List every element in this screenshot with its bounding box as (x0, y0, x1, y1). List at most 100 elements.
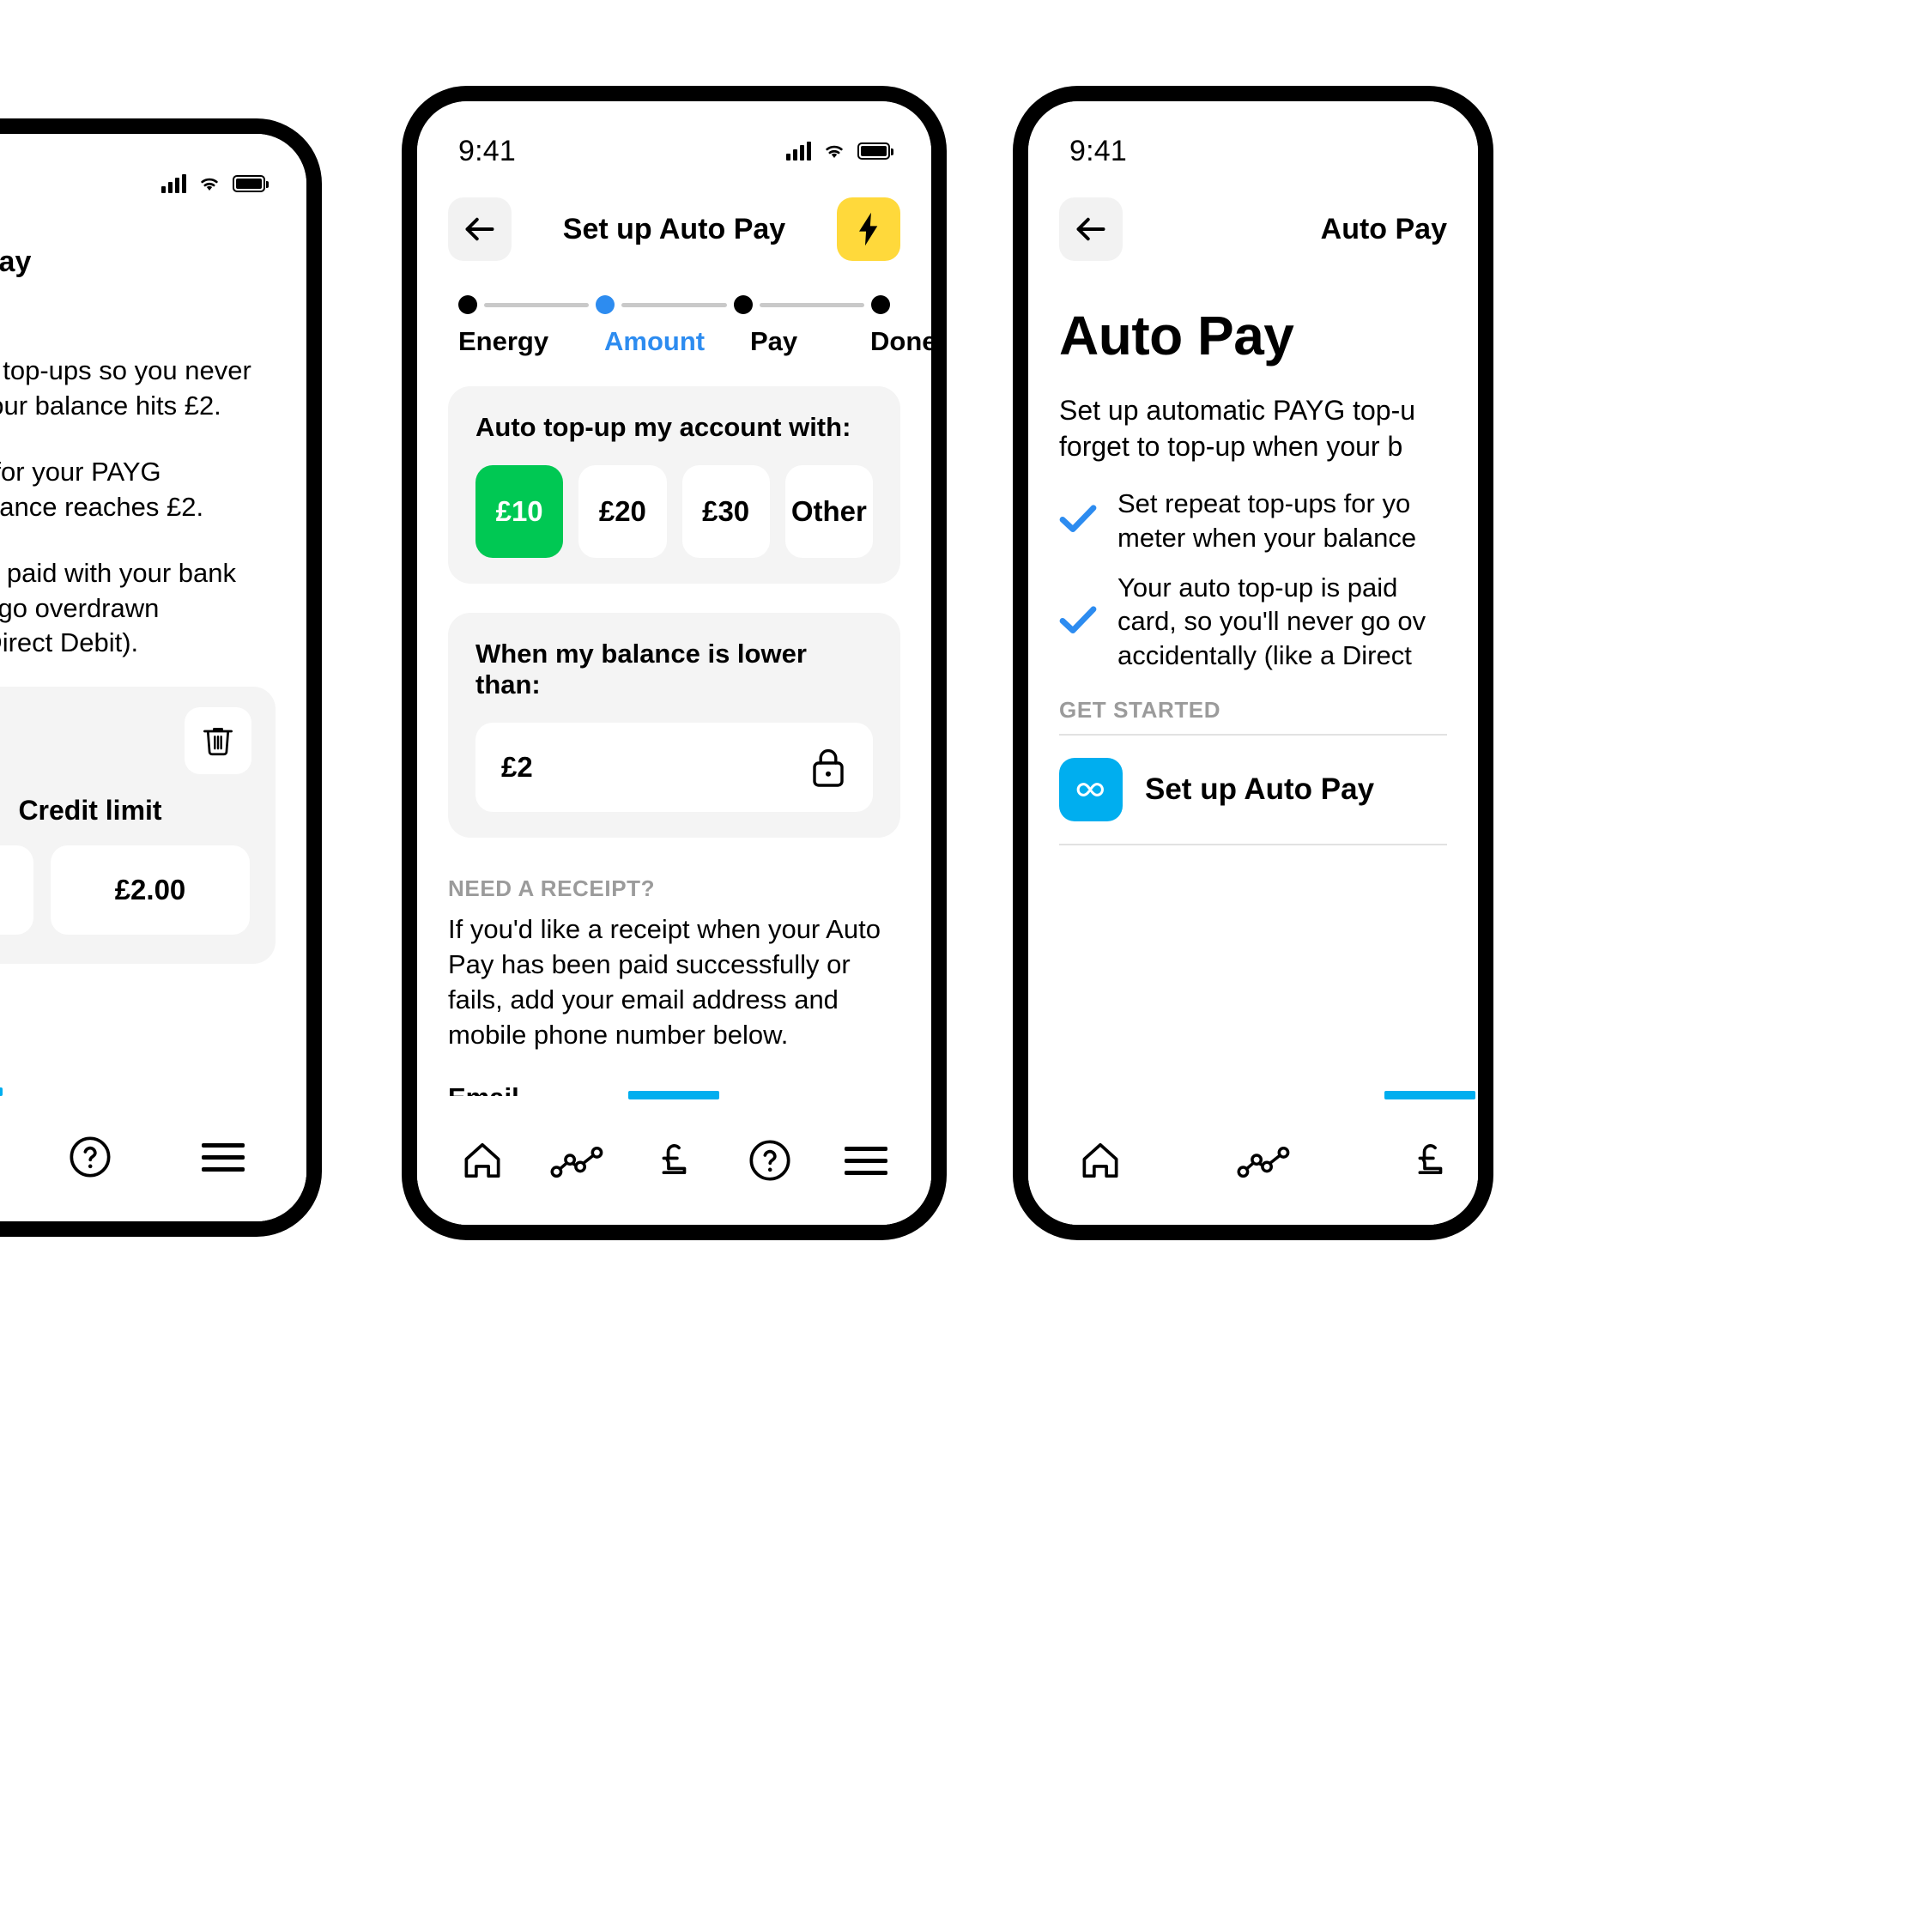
benefit-2-line-3: accidentally (like a Direct (1117, 639, 1412, 670)
boost-button[interactable] (837, 197, 900, 261)
step-label-done: Done (870, 326, 931, 356)
active-tab-indicator (1384, 1091, 1475, 1099)
status-bar-center: 9:41 (417, 101, 931, 179)
lightning-bolt-icon (859, 212, 878, 246)
status-time-center: 9:41 (458, 134, 516, 167)
signal-icon (161, 174, 186, 193)
balance-threshold-field[interactable]: £2 (475, 723, 873, 812)
pound-icon (663, 1144, 687, 1175)
back-button[interactable] (1059, 197, 1123, 261)
help-icon (749, 1140, 790, 1181)
nav-bar-center: Set up Auto Pay (417, 179, 931, 271)
step-label-amount: Amount (604, 326, 706, 356)
tab-bar-right (1028, 1091, 1478, 1225)
status-time-right: 9:41 (1069, 134, 1127, 167)
step-dot-done[interactable] (870, 295, 890, 314)
help-icon (70, 1136, 111, 1178)
receipt-eyebrow: NEED A RECEIPT? (448, 875, 656, 901)
phone-left: Auto Pay c PAYG top-ups so you never whe… (0, 118, 322, 1237)
step-label-energy: Energy (458, 326, 549, 356)
page-title-right: Auto Pay (1320, 212, 1447, 245)
status-icons-left (161, 174, 269, 193)
wifi-icon (201, 178, 218, 191)
amount-option-30[interactable]: £30 (681, 465, 770, 558)
intro-line-1: Set up automatic PAYG top-u (1059, 395, 1416, 426)
tab-pound[interactable] (1384, 1091, 1475, 1208)
setup-stepper: Energy Amount Pay Done (417, 271, 931, 357)
stepper-labels: Energy Amount Pay Done (458, 326, 931, 357)
tab-bar-left (0, 1087, 306, 1221)
amount-option-10[interactable]: £10 (475, 465, 564, 558)
tab-help[interactable] (47, 1110, 133, 1204)
amount-option-20[interactable]: £20 (578, 465, 667, 558)
status-icons-center (786, 142, 893, 160)
benefit-2-line-2: card, so you'll never go ov (1117, 606, 1426, 637)
tab-menu[interactable] (823, 1113, 909, 1208)
home-icon (1082, 1142, 1118, 1178)
page-heading: Auto Pay (1059, 305, 1294, 366)
left-para-3: op-up is paid with your bank (0, 557, 237, 588)
stepper-track (458, 295, 890, 314)
tab-menu[interactable] (180, 1110, 266, 1204)
balance-threshold-value: £2 (501, 751, 533, 783)
step-dot-amount[interactable] (596, 295, 615, 314)
balance-threshold-title: When my balance is lower than: (475, 639, 807, 700)
get-started-eyebrow: GET STARTED (1059, 696, 1221, 723)
setup-auto-pay-label: Set up Auto Pay (1145, 772, 1375, 806)
amount-option-other[interactable]: Other (784, 465, 873, 558)
credit-limit-card: Credit limit £2.00 (0, 687, 276, 965)
left-para-1: c PAYG top-ups so you never (0, 355, 251, 385)
credit-limit-value-field[interactable]: £2.00 (51, 845, 250, 936)
step-dot-pay[interactable] (733, 295, 753, 314)
auto-topup-card: Auto top-up my account with: £10 £20 £30… (448, 386, 900, 584)
nav-bar-right: Auto Pay (1028, 179, 1478, 271)
benefit-2-line-1: Your auto top-up is paid (1117, 572, 1398, 603)
auto-topup-title: Auto top-up my account with: (475, 412, 851, 442)
setup-auto-pay-row[interactable]: Set up Auto Pay (1059, 733, 1447, 845)
phone-center-screen: 9:41 Set up Auto Pay Energy Amount Pay D… (417, 101, 931, 1225)
tab-help[interactable] (727, 1113, 813, 1208)
benefit-text-1: Set repeat top-ups for yo meter when you… (1117, 487, 1416, 554)
status-bar-left (0, 134, 306, 211)
left-para-2b: your balance reaches £2. (0, 491, 204, 522)
phone-right: 9:41 Auto Pay Auto Pay Set up automatic … (1013, 86, 1493, 1240)
tab-home[interactable] (439, 1113, 525, 1208)
trash-icon (203, 728, 233, 756)
page-title-left: Auto Pay (0, 245, 32, 278)
step-bar-3 (759, 302, 864, 307)
delete-button[interactable] (185, 707, 251, 775)
tab-bar-center (417, 1091, 931, 1225)
tab-pound[interactable] (628, 1091, 720, 1208)
home-icon (464, 1142, 500, 1178)
battery-icon (857, 142, 893, 160)
amount-options: £10 £20 £30 Other (475, 465, 873, 558)
left-para-3c: (like a Direct Debit). (0, 627, 139, 658)
signal-icon (786, 142, 811, 160)
check-icon (1059, 605, 1097, 639)
nav-bar-left: Auto Pay (0, 211, 306, 304)
tab-home[interactable] (1069, 1113, 1131, 1208)
credit-limit-label: Credit limit (18, 795, 162, 827)
step-bar-2 (621, 302, 727, 307)
phone-left-screen: Auto Pay c PAYG top-ups so you never whe… (0, 134, 306, 1221)
step-label-pay: Pay (750, 326, 798, 356)
benefit-list: Set repeat top-ups for yo meter when you… (1059, 487, 1447, 672)
credit-limit-prefix-field[interactable] (0, 845, 33, 936)
back-arrow-icon (1076, 217, 1105, 241)
tab-usage[interactable] (1234, 1113, 1296, 1208)
intro-line-2: forget to top-up when your b (1059, 430, 1403, 462)
receipt-body: If you'd like a receipt when your Auto P… (448, 914, 881, 1050)
phone-left-body: c PAYG top-ups so you never when your ba… (0, 354, 306, 965)
left-para-3b: ll never go overdrawn (0, 592, 160, 623)
active-tab-indicator (628, 1091, 720, 1099)
battery-icon (233, 175, 269, 192)
benefit-item-2: Your auto top-up is paid card, so you'll… (1059, 571, 1447, 673)
step-dot-energy[interactable] (458, 295, 477, 314)
menu-icon (845, 1146, 888, 1175)
tab-usage[interactable] (536, 1113, 621, 1208)
menu-icon (201, 1142, 245, 1172)
usage-chart-icon (1237, 1147, 1290, 1178)
left-para-1b: when your balance hits £2. (0, 390, 221, 421)
pound-icon (1418, 1144, 1443, 1175)
back-button[interactable] (448, 197, 512, 261)
